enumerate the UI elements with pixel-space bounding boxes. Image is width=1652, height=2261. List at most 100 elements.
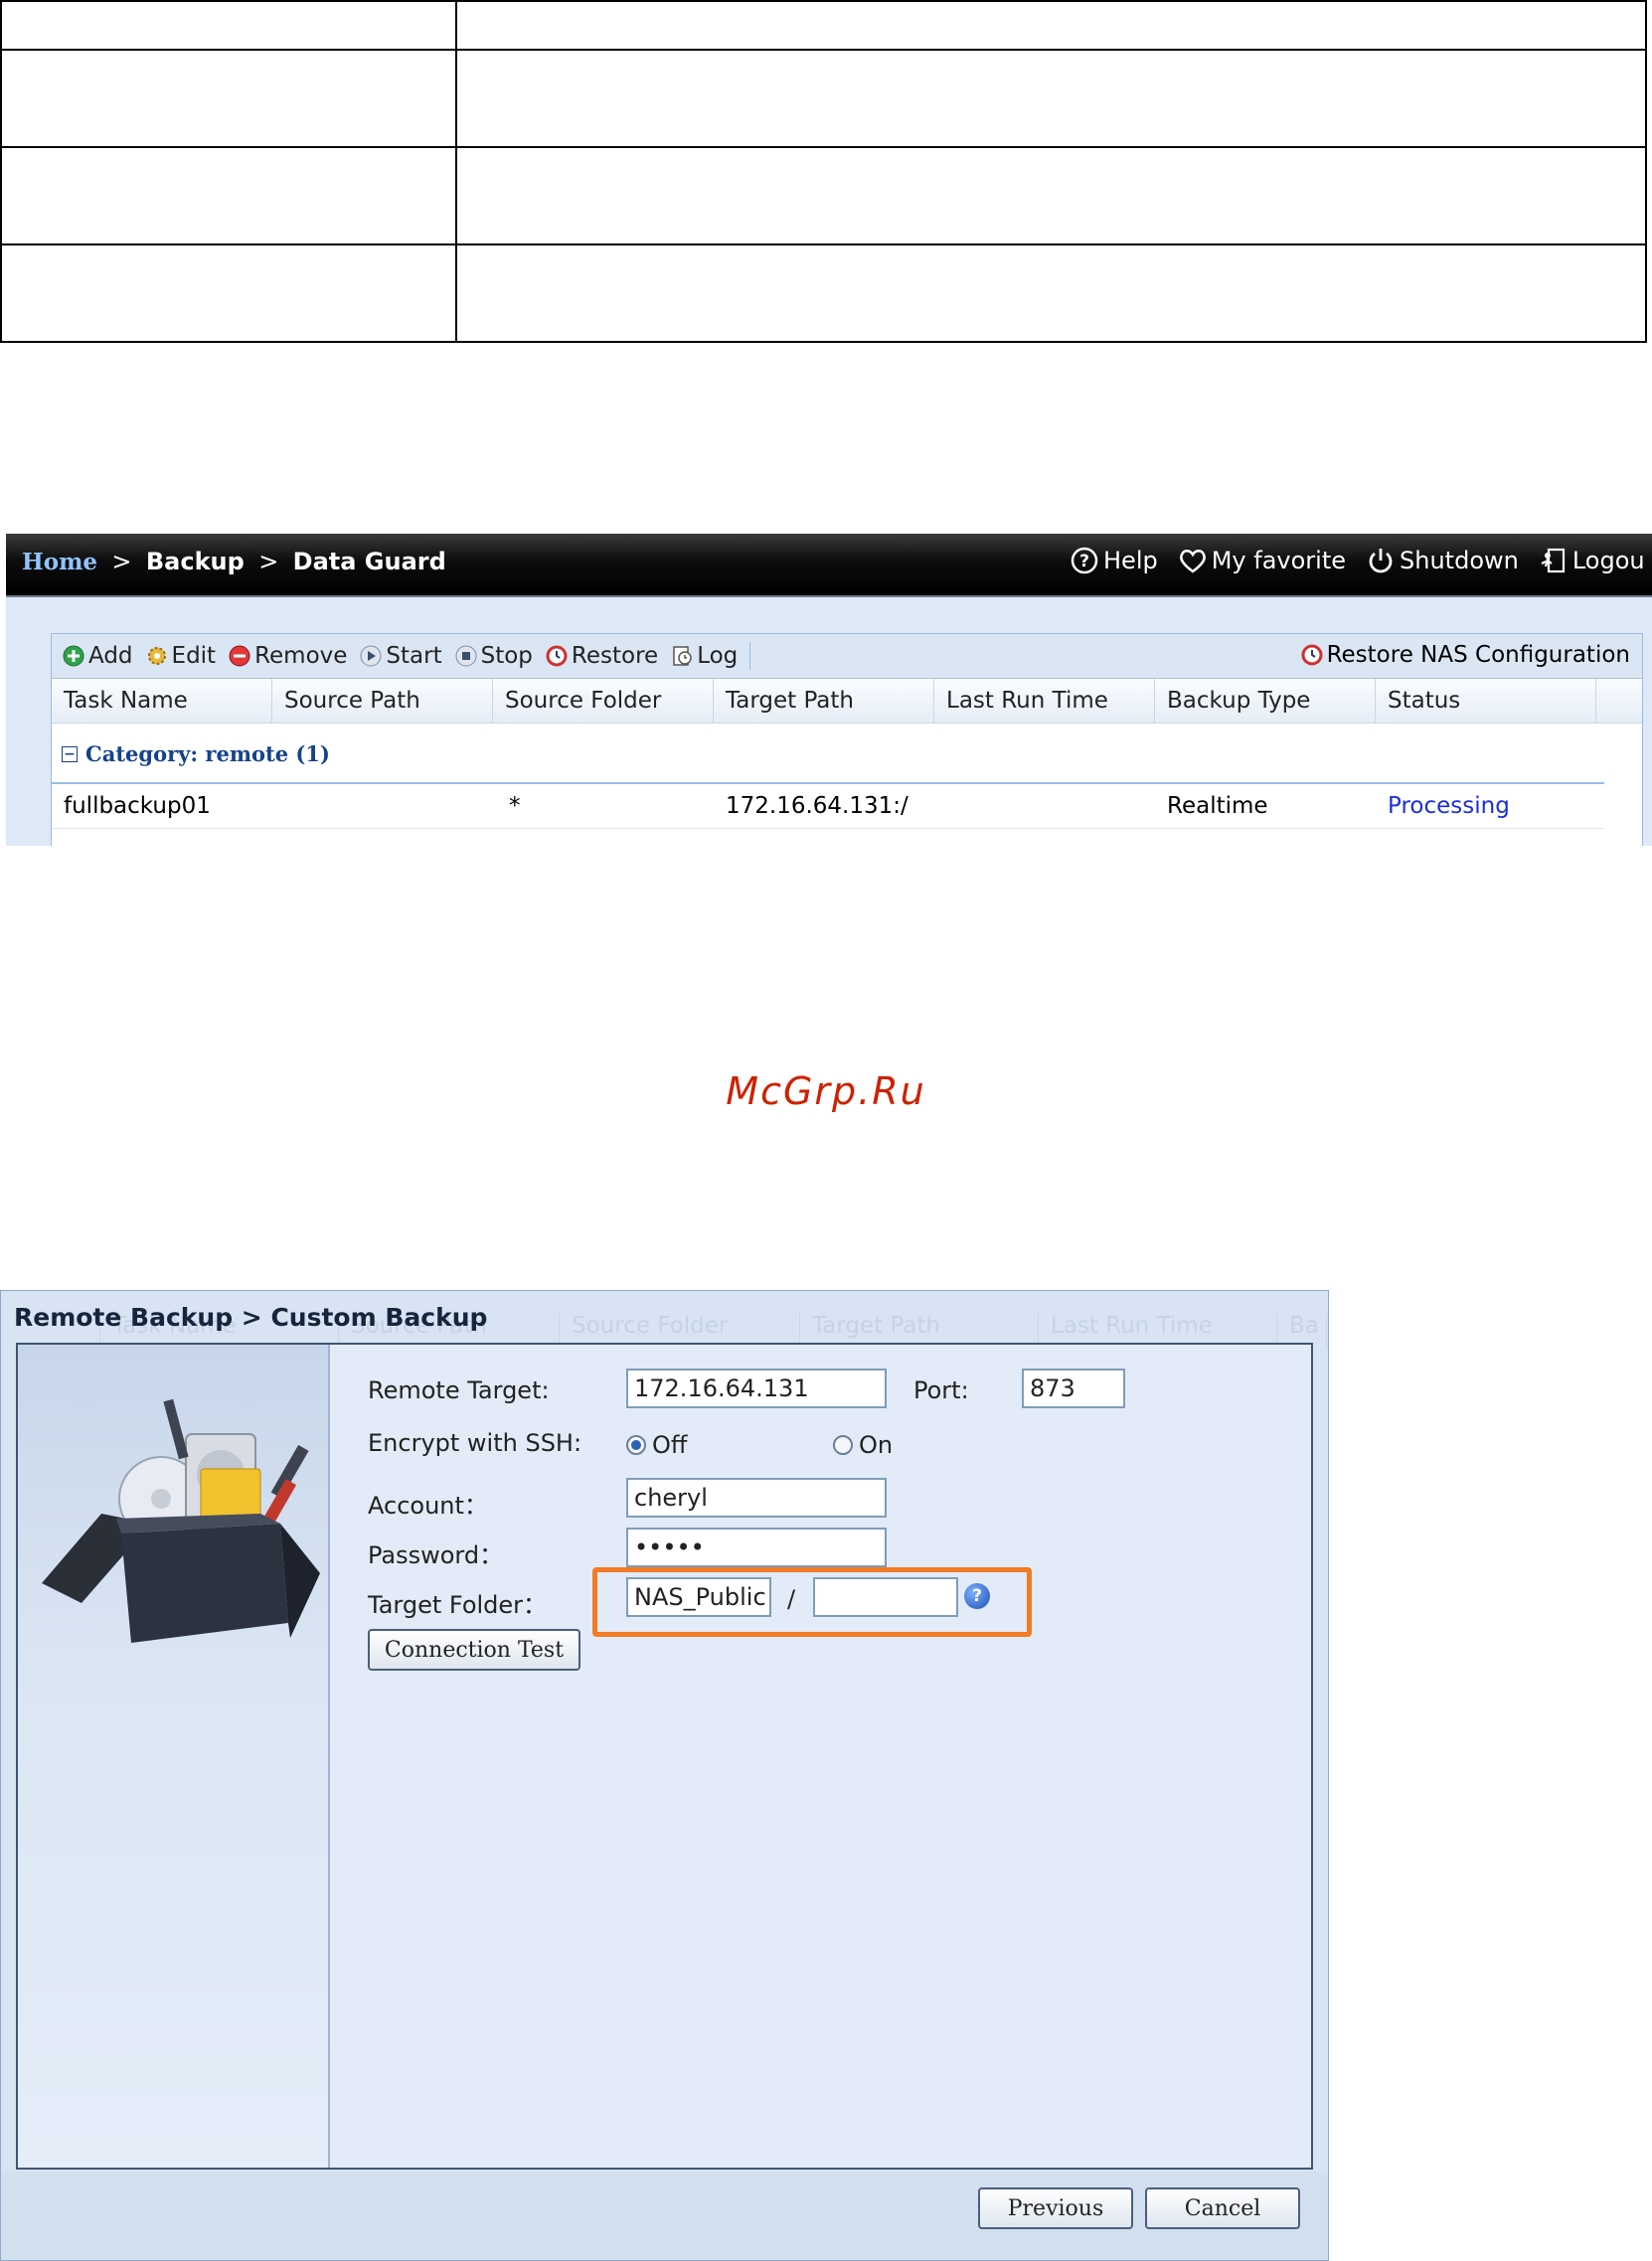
start-label: Start [386, 643, 442, 669]
edit-button[interactable]: Edit [145, 643, 217, 669]
radio-selected-icon [626, 1435, 646, 1455]
category-group-header[interactable]: − Category: remote (1) [62, 741, 330, 766]
table-cell [0, 146, 457, 245]
stop-button[interactable]: Stop [454, 643, 533, 669]
dialog-footer: Previous Cancel [1, 2172, 1328, 2260]
column-header-target-path[interactable]: Target Path [714, 679, 934, 723]
path-separator: / [787, 1585, 796, 1613]
my-favorite-label: My favorite [1211, 547, 1347, 574]
column-header-backup-type[interactable]: Backup Type [1155, 679, 1376, 723]
stop-icon [454, 644, 478, 668]
add-icon [62, 644, 85, 668]
help-icon[interactable]: ? [964, 1583, 990, 1609]
restore-clock-icon [545, 644, 569, 668]
shutdown-link[interactable]: Shutdown [1366, 546, 1519, 575]
power-icon [1366, 546, 1396, 575]
task-panel: Add Edit Remove Start Stop Restore Log R… [51, 633, 1643, 846]
breadcrumb: Home > Backup > Data Guard [22, 548, 446, 575]
previous-button[interactable]: Previous [978, 2187, 1133, 2229]
backup-box-illustration [42, 1398, 320, 1643]
collapse-icon[interactable]: − [62, 745, 78, 762]
restore-button[interactable]: Restore [545, 643, 658, 669]
radio-unselected-icon [833, 1435, 853, 1455]
target-folder-input[interactable]: NAS_Public [626, 1577, 771, 1617]
target-folder-label: Target Folder： [368, 1591, 548, 1619]
grid-header: Task Name Source Path Source Folder Targ… [52, 679, 1642, 724]
restore-clock-icon [1300, 643, 1324, 667]
table-row [0, 49, 1647, 148]
logout-link[interactable]: Logou [1539, 546, 1645, 575]
restore-nas-label: Restore NAS Configuration [1326, 642, 1630, 668]
log-label: Log [697, 643, 739, 669]
ssh-off-radio[interactable]: Off [626, 1431, 687, 1459]
ssh-off-label: Off [652, 1431, 688, 1459]
table-cell [455, 146, 1647, 245]
table-cell [0, 0, 457, 51]
breadcrumb-home-link[interactable]: Home [22, 549, 97, 575]
data-guard-screenshot: Home > Backup > Data Guard ? Help My fav… [6, 534, 1652, 846]
table-cell [0, 49, 457, 148]
dialog-body: Remote Target: 172.16.64.131 Port: 873 E… [16, 1343, 1313, 2170]
remove-button[interactable]: Remove [228, 643, 347, 669]
remote-target-input[interactable]: 172.16.64.131 [626, 1369, 887, 1408]
my-favorite-link[interactable]: My favorite [1178, 546, 1346, 575]
toolbar: Add Edit Remove Start Stop Restore Log R… [52, 634, 1642, 679]
breadcrumb-separator: > [111, 548, 132, 575]
toolbar-separator [749, 642, 751, 670]
remote-backup-dialog: Task Name Source Path Source Folder Targ… [0, 1290, 1329, 2261]
cell-source-path [272, 784, 493, 828]
cell-backup-type: Realtime [1167, 793, 1268, 819]
add-button[interactable]: Add [62, 643, 133, 669]
subfolder-input[interactable] [813, 1577, 958, 1617]
add-label: Add [88, 643, 133, 669]
cell-status: Processing [1388, 793, 1510, 819]
top-header-bar: Home > Backup > Data Guard ? Help My fav… [6, 534, 1652, 597]
table-cell [455, 49, 1647, 148]
heart-icon [1178, 546, 1208, 575]
password-input[interactable]: ••••• [626, 1528, 887, 1567]
dialog-title: Remote Backup > Custom Backup [14, 1303, 488, 1332]
cell-last-run-time [934, 784, 1155, 828]
cancel-button[interactable]: Cancel [1145, 2187, 1300, 2229]
log-button[interactable]: Log [670, 643, 738, 669]
wizard-side-panel [18, 1345, 330, 2168]
column-header-status[interactable]: Status [1376, 679, 1596, 723]
encrypt-ssh-label: Encrypt with SSH: [368, 1429, 582, 1457]
breadcrumb-backup[interactable]: Backup [146, 548, 245, 575]
breadcrumb-current-page: Data Guard [292, 548, 446, 575]
connection-test-button[interactable]: Connection Test [368, 1629, 580, 1671]
ssh-on-label: On [859, 1431, 894, 1459]
ssh-on-radio[interactable]: On [833, 1431, 893, 1459]
column-header-source-path[interactable]: Source Path [272, 679, 493, 723]
table-cell [455, 0, 1647, 51]
column-header-task-name[interactable]: Task Name [52, 679, 272, 723]
header-links: ? Help My favorite Shutdown Logou [1070, 546, 1645, 575]
table-row[interactable]: fullbackup01 * 172.16.64.131:/ Realtime … [52, 784, 1604, 829]
log-icon [670, 644, 694, 668]
edit-label: Edit [171, 643, 217, 669]
table-row [0, 0, 1647, 51]
restore-nas-configuration-button[interactable]: Restore NAS Configuration [1300, 642, 1630, 668]
table-cell [455, 243, 1647, 343]
cell-target-path: 172.16.64.131:/ [726, 793, 909, 819]
stop-label: Stop [480, 643, 533, 669]
account-input[interactable]: cheryl [626, 1478, 887, 1518]
start-button[interactable]: Start [359, 643, 442, 669]
remote-target-form: Remote Target: 172.16.64.131 Port: 873 E… [332, 1345, 1311, 2168]
help-icon: ? [1070, 546, 1099, 575]
port-label: Port: [913, 1376, 969, 1404]
table-row [0, 146, 1647, 245]
remote-target-label: Remote Target: [368, 1376, 550, 1404]
help-label: Help [1103, 547, 1158, 574]
logout-icon [1539, 546, 1569, 575]
restore-label: Restore [571, 643, 659, 669]
play-icon [359, 644, 383, 668]
help-link[interactable]: ? Help [1070, 546, 1158, 575]
cell-source-folder: * [509, 793, 521, 819]
table-cell [0, 243, 457, 343]
category-label: Category: remote (1) [85, 741, 330, 766]
port-input[interactable]: 873 [1022, 1369, 1125, 1408]
column-header-source-folder[interactable]: Source Folder [493, 679, 714, 723]
top-table [0, 0, 1647, 343]
column-header-last-run-time[interactable]: Last Run Time [934, 679, 1155, 723]
